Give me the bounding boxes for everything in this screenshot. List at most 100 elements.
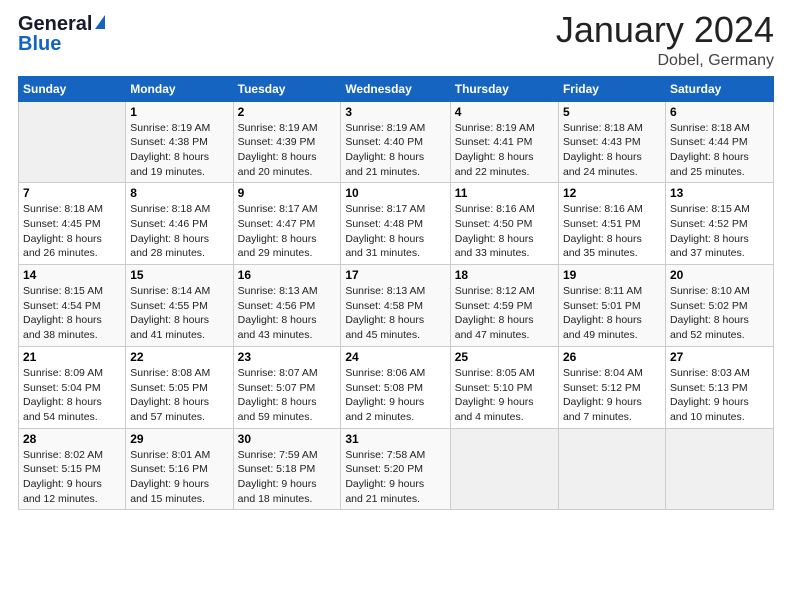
day-number: 23 xyxy=(238,350,337,364)
calendar-cell: 27 Sunrise: 8:03 AM Sunset: 5:13 PM Dayli… xyxy=(665,346,773,428)
day-detail: Sunrise: 8:12 AM Sunset: 4:59 PM Dayligh… xyxy=(455,284,554,343)
calendar-cell: 10 Sunrise: 8:17 AM Sunset: 4:48 PM Dayli… xyxy=(341,183,450,265)
day-number: 13 xyxy=(670,186,769,200)
col-header-thursday: Thursday xyxy=(450,76,558,101)
day-detail: Sunrise: 8:14 AM Sunset: 4:55 PM Dayligh… xyxy=(130,284,228,343)
calendar-cell: 12Sunrise: 8:16 AM Sunset: 4:51 PM Dayli… xyxy=(558,183,665,265)
calendar-cell: 1 Sunrise: 8:19 AM Sunset: 4:38 PM Daylig… xyxy=(126,101,233,183)
calendar-cell: 6Sunrise: 8:18 AM Sunset: 4:44 PM Daylig… xyxy=(665,101,773,183)
col-header-wednesday: Wednesday xyxy=(341,76,450,101)
day-number: 20 xyxy=(670,268,769,282)
day-detail: Sunrise: 8:16 AM Sunset: 4:50 PM Dayligh… xyxy=(455,202,554,261)
day-number: 24 xyxy=(345,350,445,364)
col-header-saturday: Saturday xyxy=(665,76,773,101)
day-number: 16 xyxy=(238,268,337,282)
calendar-cell: 26 Sunrise: 8:04 AM Sunset: 5:12 PM Dayli… xyxy=(558,346,665,428)
calendar-cell: 14 Sunrise: 8:15 AM Sunset: 4:54 PM Dayli… xyxy=(19,265,126,347)
calendar-cell: 20 Sunrise: 8:10 AM Sunset: 5:02 PM Dayli… xyxy=(665,265,773,347)
calendar-cell: 31Sunrise: 7:58 AM Sunset: 5:20 PM Dayli… xyxy=(341,428,450,510)
day-detail: Sunrise: 8:04 AM Sunset: 5:12 PM Dayligh… xyxy=(563,366,661,425)
day-detail: Sunrise: 8:18 AM Sunset: 4:45 PM Dayligh… xyxy=(23,202,121,261)
day-number: 25 xyxy=(455,350,554,364)
day-number: 29 xyxy=(130,432,228,446)
calendar-cell: 17 Sunrise: 8:13 AM Sunset: 4:58 PM Dayli… xyxy=(341,265,450,347)
day-number: 15 xyxy=(130,268,228,282)
day-number: 18 xyxy=(455,268,554,282)
logo-text: General xyxy=(18,14,92,34)
calendar-cell xyxy=(19,101,126,183)
day-detail: Sunrise: 8:17 AM Sunset: 4:47 PM Dayligh… xyxy=(238,202,337,261)
day-number: 9 xyxy=(238,186,337,200)
day-number: 2 xyxy=(238,105,337,119)
col-header-friday: Friday xyxy=(558,76,665,101)
calendar-cell: 16 Sunrise: 8:13 AM Sunset: 4:56 PM Dayli… xyxy=(233,265,341,347)
calendar-cell: 30Sunrise: 7:59 AM Sunset: 5:18 PM Dayli… xyxy=(233,428,341,510)
day-detail: Sunrise: 8:13 AM Sunset: 4:56 PM Dayligh… xyxy=(238,284,337,343)
calendar-cell: 8 Sunrise: 8:18 AM Sunset: 4:46 PM Daylig… xyxy=(126,183,233,265)
day-detail: Sunrise: 8:11 AM Sunset: 5:01 PM Dayligh… xyxy=(563,284,661,343)
logo: General Blue xyxy=(18,14,105,54)
day-number: 7 xyxy=(23,186,121,200)
day-number: 11 xyxy=(455,186,554,200)
calendar-cell: 7 Sunrise: 8:18 AM Sunset: 4:45 PM Daylig… xyxy=(19,183,126,265)
calendar-cell: 5Sunrise: 8:18 AM Sunset: 4:43 PM Daylig… xyxy=(558,101,665,183)
calendar-cell: 9 Sunrise: 8:17 AM Sunset: 4:47 PM Daylig… xyxy=(233,183,341,265)
month-title: January 2024 xyxy=(556,10,774,50)
day-detail: Sunrise: 8:08 AM Sunset: 5:05 PM Dayligh… xyxy=(130,366,228,425)
day-number: 10 xyxy=(345,186,445,200)
day-number: 3 xyxy=(345,105,445,119)
calendar-cell: 19Sunrise: 8:11 AM Sunset: 5:01 PM Dayli… xyxy=(558,265,665,347)
day-detail: Sunrise: 8:05 AM Sunset: 5:10 PM Dayligh… xyxy=(455,366,554,425)
day-detail: Sunrise: 8:06 AM Sunset: 5:08 PM Dayligh… xyxy=(345,366,445,425)
header: General Blue January 2024 Dobel, Germany xyxy=(18,10,774,70)
day-detail: Sunrise: 7:59 AM Sunset: 5:18 PM Dayligh… xyxy=(238,448,337,507)
day-detail: Sunrise: 8:19 AM Sunset: 4:40 PM Dayligh… xyxy=(345,121,445,180)
day-detail: Sunrise: 8:17 AM Sunset: 4:48 PM Dayligh… xyxy=(345,202,445,261)
calendar-cell: 23 Sunrise: 8:07 AM Sunset: 5:07 PM Dayli… xyxy=(233,346,341,428)
calendar-cell: 18 Sunrise: 8:12 AM Sunset: 4:59 PM Dayli… xyxy=(450,265,558,347)
title-block: January 2024 Dobel, Germany xyxy=(556,10,774,70)
calendar-cell xyxy=(665,428,773,510)
day-number: 21 xyxy=(23,350,121,364)
location: Dobel, Germany xyxy=(556,52,774,70)
day-number: 26 xyxy=(563,350,661,364)
page: General Blue January 2024 Dobel, Germany… xyxy=(0,0,792,612)
day-detail: Sunrise: 8:09 AM Sunset: 5:04 PM Dayligh… xyxy=(23,366,121,425)
day-number: 17 xyxy=(345,268,445,282)
calendar-cell: 21 Sunrise: 8:09 AM Sunset: 5:04 PM Dayli… xyxy=(19,346,126,428)
day-number: 27 xyxy=(670,350,769,364)
calendar-cell: 28Sunrise: 8:02 AM Sunset: 5:15 PM Dayli… xyxy=(19,428,126,510)
day-detail: Sunrise: 8:10 AM Sunset: 5:02 PM Dayligh… xyxy=(670,284,769,343)
calendar-cell: 22 Sunrise: 8:08 AM Sunset: 5:05 PM Dayli… xyxy=(126,346,233,428)
day-detail: Sunrise: 8:13 AM Sunset: 4:58 PM Dayligh… xyxy=(345,284,445,343)
day-detail: Sunrise: 8:07 AM Sunset: 5:07 PM Dayligh… xyxy=(238,366,337,425)
calendar-cell: 4Sunrise: 8:19 AM Sunset: 4:41 PM Daylig… xyxy=(450,101,558,183)
calendar-cell xyxy=(450,428,558,510)
day-detail: Sunrise: 7:58 AM Sunset: 5:20 PM Dayligh… xyxy=(345,448,445,507)
col-header-sunday: Sunday xyxy=(19,76,126,101)
day-number: 14 xyxy=(23,268,121,282)
calendar: SundayMondayTuesdayWednesdayThursdayFrid… xyxy=(18,76,774,511)
col-header-monday: Monday xyxy=(126,76,233,101)
day-number: 8 xyxy=(130,186,228,200)
day-detail: Sunrise: 8:19 AM Sunset: 4:41 PM Dayligh… xyxy=(455,121,554,180)
day-detail: Sunrise: 8:18 AM Sunset: 4:43 PM Dayligh… xyxy=(563,121,661,180)
day-detail: Sunrise: 8:15 AM Sunset: 4:52 PM Dayligh… xyxy=(670,202,769,261)
day-detail: Sunrise: 8:03 AM Sunset: 5:13 PM Dayligh… xyxy=(670,366,769,425)
day-detail: Sunrise: 8:19 AM Sunset: 4:38 PM Dayligh… xyxy=(130,121,228,180)
calendar-cell: 25 Sunrise: 8:05 AM Sunset: 5:10 PM Dayli… xyxy=(450,346,558,428)
calendar-cell: 29 Sunrise: 8:01 AM Sunset: 5:16 PM Dayli… xyxy=(126,428,233,510)
day-number: 22 xyxy=(130,350,228,364)
calendar-cell: 24 Sunrise: 8:06 AM Sunset: 5:08 PM Dayli… xyxy=(341,346,450,428)
calendar-cell xyxy=(558,428,665,510)
day-detail: Sunrise: 8:02 AM Sunset: 5:15 PM Dayligh… xyxy=(23,448,121,507)
day-detail: Sunrise: 8:18 AM Sunset: 4:46 PM Dayligh… xyxy=(130,202,228,261)
day-detail: Sunrise: 8:16 AM Sunset: 4:51 PM Dayligh… xyxy=(563,202,661,261)
logo-icon xyxy=(95,15,105,29)
day-detail: Sunrise: 8:01 AM Sunset: 5:16 PM Dayligh… xyxy=(130,448,228,507)
calendar-cell: 3 Sunrise: 8:19 AM Sunset: 4:40 PM Daylig… xyxy=(341,101,450,183)
day-detail: Sunrise: 8:15 AM Sunset: 4:54 PM Dayligh… xyxy=(23,284,121,343)
col-header-tuesday: Tuesday xyxy=(233,76,341,101)
day-number: 1 xyxy=(130,105,228,119)
calendar-cell: 15 Sunrise: 8:14 AM Sunset: 4:55 PM Dayli… xyxy=(126,265,233,347)
